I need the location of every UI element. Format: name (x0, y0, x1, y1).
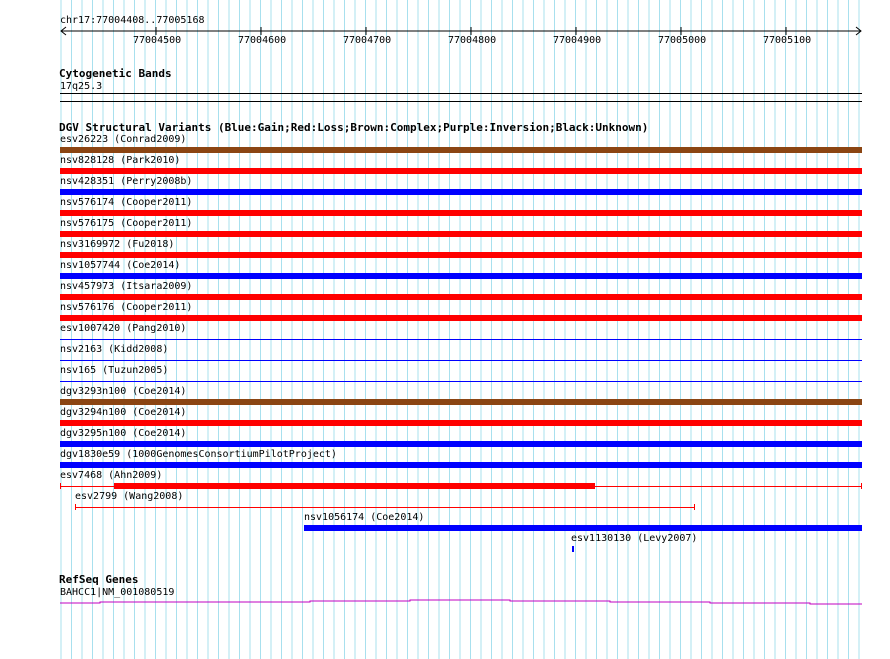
variant-label[interactable]: esv7468 (Ahn2009) (60, 470, 162, 481)
variant-label[interactable]: nsv1057744 (Coe2014) (60, 260, 180, 271)
ruler-tick-label: 77004800 (448, 35, 497, 46)
variant-label[interactable]: nsv576176 (Cooper2011) (60, 302, 192, 313)
ruler-tick-label: 77004700 (343, 35, 392, 46)
variant-bar[interactable] (861, 483, 862, 489)
variant-label[interactable]: nsv2163 (Kidd2008) (60, 344, 168, 355)
variant-bar[interactable] (572, 546, 574, 552)
variant-label[interactable]: nsv576175 (Cooper2011) (60, 218, 192, 229)
variant-bar[interactable] (60, 360, 862, 361)
variant-bar[interactable] (60, 147, 862, 153)
variant-bar[interactable] (60, 462, 862, 468)
variant-bar[interactable] (114, 483, 595, 489)
variant-bar[interactable] (60, 315, 862, 321)
variant-bar[interactable] (60, 294, 862, 300)
variant-label[interactable]: nsv3169972 (Fu2018) (60, 239, 174, 250)
variant-label[interactable]: esv1007420 (Pang2010) (60, 323, 186, 334)
cytoband-line (60, 93, 862, 94)
cytoband-line (60, 101, 862, 102)
variant-label[interactable]: nsv457973 (Itsara2009) (60, 281, 192, 292)
refseq-gene-feature[interactable] (0, 595, 890, 607)
variant-bar[interactable] (694, 504, 695, 510)
ruler-tick-label: 77004900 (553, 35, 602, 46)
ruler-tick-label: 77004500 (133, 35, 182, 46)
variant-bar[interactable] (75, 507, 695, 508)
variant-bar[interactable] (60, 231, 862, 237)
variant-bar[interactable] (60, 420, 862, 426)
variant-label[interactable]: nsv165 (Tuzun2005) (60, 365, 168, 376)
ruler-tick-label: 77004600 (238, 35, 287, 46)
variant-bar[interactable] (60, 210, 862, 216)
gene-line (60, 599, 862, 605)
variant-bar[interactable] (60, 381, 862, 382)
variant-label[interactable]: nsv428351 (Perry2008b) (60, 176, 192, 187)
variant-bar[interactable] (60, 441, 862, 447)
variant-label[interactable]: nsv828128 (Park2010) (60, 155, 180, 166)
variant-label[interactable]: nsv1056174 (Coe2014) (304, 512, 424, 523)
variant-label[interactable]: esv1130130 (Levy2007) (571, 533, 697, 544)
variant-label[interactable]: esv26223 (Conrad2009) (60, 134, 186, 145)
cytogenetic-track-title: Cytogenetic Bands (59, 67, 172, 80)
ruler-tick-label: 77005100 (763, 35, 812, 46)
variant-bar[interactable] (60, 483, 61, 489)
cytoband-label: 17q25.3 (60, 81, 103, 92)
variant-bar[interactable] (60, 339, 862, 340)
variant-bar[interactable] (60, 189, 862, 195)
variant-bar[interactable] (60, 273, 862, 279)
ruler-tick-label: 77005000 (658, 35, 707, 46)
variant-bar[interactable] (60, 399, 862, 405)
variant-bar[interactable] (60, 168, 862, 174)
variant-bar[interactable] (60, 252, 862, 258)
variant-label[interactable]: dgv3294n100 (Coe2014) (60, 407, 186, 418)
variant-label[interactable]: nsv576174 (Cooper2011) (60, 197, 192, 208)
variant-label[interactable]: dgv3293n100 (Coe2014) (60, 386, 186, 397)
refseq-track-title: RefSeq Genes (59, 573, 139, 586)
variant-bar[interactable] (75, 504, 76, 510)
variant-label[interactable]: dgv1830e59 (1000GenomesConsortiumPilotPr… (60, 449, 337, 460)
variant-label[interactable]: esv2799 (Wang2008) (75, 491, 183, 502)
variant-label[interactable]: dgv3295n100 (Coe2014) (60, 428, 186, 439)
variant-bar[interactable] (304, 525, 862, 531)
dgv-track-title: DGV Structural Variants (Blue:Gain;Red:L… (59, 121, 649, 134)
range-label: chr17:77004408..77005168 (60, 15, 205, 26)
